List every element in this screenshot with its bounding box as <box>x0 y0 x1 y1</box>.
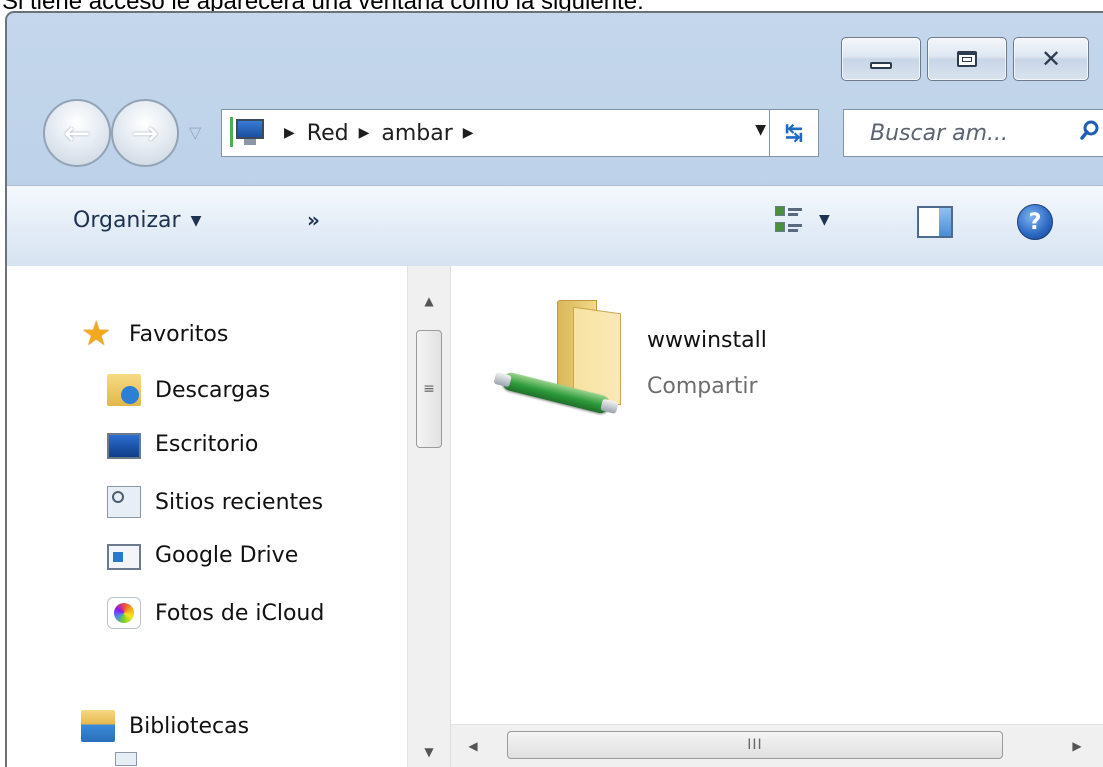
nav-pane-scrollbar[interactable]: ▲ ≡ ▼ <box>407 266 451 767</box>
network-share-folder-icon <box>557 300 621 406</box>
nav-item-descargas[interactable]: Descargas <box>107 374 270 406</box>
horizontal-scrollbar[interactable]: ◀ III ▶ <box>451 724 1103 767</box>
views-icon <box>775 206 803 234</box>
organize-label: Organizar <box>73 208 181 233</box>
breadcrumb-red[interactable]: Red <box>307 121 349 146</box>
chevron-down-icon: ▼ <box>819 212 830 228</box>
close-button[interactable]: ✕ <box>1013 37 1089 81</box>
nav-item-label: Favoritos <box>129 321 229 347</box>
recent-pages-dropdown[interactable]: ▽ <box>189 123 201 142</box>
back-button[interactable]: ← <box>43 99 111 167</box>
libraries-icon <box>81 710 115 742</box>
preview-pane-icon[interactable] <box>917 206 953 238</box>
nav-item-label: Google Drive <box>155 543 299 568</box>
organize-button[interactable]: Organizar ▼ <box>73 208 201 233</box>
caption-buttons: ✕ <box>841 37 1089 81</box>
network-computer-icon <box>230 115 274 151</box>
share-type: Compartir <box>647 374 758 399</box>
nav-item-label: Escritorio <box>155 432 259 457</box>
nav-item-favoritos[interactable]: ★ Favoritos <box>81 314 229 354</box>
share-item-wwwinstall[interactable]: wwwinstall Compartir <box>500 298 841 438</box>
nav-item-sitios-recientes[interactable]: Sitios recientes <box>107 486 323 518</box>
share-name: wwwinstall <box>647 328 767 353</box>
scroll-thumb[interactable]: ≡ <box>416 330 442 448</box>
address-dropdown-button[interactable]: ▼ <box>755 122 766 138</box>
desktop-icon <box>107 433 141 459</box>
change-view-button[interactable]: ▼ <box>775 206 830 234</box>
nav-item-label: Sitios recientes <box>155 489 324 515</box>
address-bar[interactable]: ▶ Red ▶ ambar ▶ ▼ ↹ <box>221 109 819 157</box>
chevron-down-icon: ▼ <box>190 212 202 229</box>
scroll-left-button[interactable]: ◀ <box>455 725 491 767</box>
minimize-button[interactable] <box>841 37 921 81</box>
navigation-row: ← → ▽ ▶ Red ▶ ambar ▶ ▼ ↹ <box>31 99 1103 169</box>
search-box[interactable] <box>843 109 1103 157</box>
refresh-button[interactable]: ↹ <box>769 110 818 156</box>
breadcrumb-separator[interactable]: ▶ <box>284 125 295 141</box>
breadcrumb-separator[interactable]: ▶ <box>359 125 370 141</box>
maximize-icon <box>957 51 977 67</box>
forward-arrow-icon: → <box>131 114 159 152</box>
minimize-icon <box>870 61 892 69</box>
nav-item-fotos-de-icloud[interactable]: Fotos de iCloud <box>107 597 324 629</box>
grip-icon: ≡ <box>423 381 435 397</box>
maximize-button[interactable] <box>927 37 1007 81</box>
icloud-photos-icon <box>107 597 141 629</box>
refresh-icon: ↹ <box>784 120 804 146</box>
command-bar: Organizar ▼ » ▼ ? <box>7 185 1103 267</box>
nav-item-label: Bibliotecas <box>129 713 250 739</box>
grip-icon: III <box>747 737 763 753</box>
breadcrumb-ambar[interactable]: ambar <box>381 121 452 146</box>
nav-item-label: Descargas <box>155 377 271 403</box>
scroll-right-button[interactable]: ▶ <box>1059 725 1095 767</box>
scroll-thumb[interactable]: III <box>507 731 1003 759</box>
nav-item-google-drive[interactable]: Google Drive <box>107 541 298 570</box>
search-input[interactable] <box>870 120 1070 146</box>
more-commands-button[interactable]: » <box>307 208 320 232</box>
downloads-folder-icon <box>107 374 141 406</box>
file-list-pane: wwwinstall Compartir <box>451 266 1103 767</box>
nav-item-escritorio[interactable]: Escritorio <box>107 430 258 459</box>
navigation-pane: ★ Favoritos Descargas Escritorio Sitios … <box>7 266 407 767</box>
document-icon <box>115 752 137 766</box>
nav-item-bibliotecas[interactable]: Bibliotecas <box>81 710 249 742</box>
nav-item-label: Fotos de iCloud <box>155 600 325 626</box>
scroll-down-button[interactable]: ▼ <box>408 737 450 767</box>
google-drive-icon <box>107 544 141 570</box>
recent-places-icon <box>107 486 141 518</box>
search-icon[interactable] <box>1080 120 1100 140</box>
help-icon: ? <box>1028 209 1042 235</box>
help-button[interactable]: ? <box>1017 204 1053 240</box>
explorer-window: ✕ ← → ▽ ▶ Red ▶ ambar ▶ ▼ ↹ Buscar am...… <box>5 11 1103 767</box>
back-arrow-icon: ← <box>63 114 91 152</box>
forward-button[interactable]: → <box>111 99 179 167</box>
breadcrumb-separator[interactable]: ▶ <box>463 125 474 141</box>
scroll-up-button[interactable]: ▲ <box>408 286 450 316</box>
content-area: ★ Favoritos Descargas Escritorio Sitios … <box>7 266 1103 767</box>
close-icon: ✕ <box>1040 45 1062 73</box>
star-icon: ★ <box>81 314 112 354</box>
